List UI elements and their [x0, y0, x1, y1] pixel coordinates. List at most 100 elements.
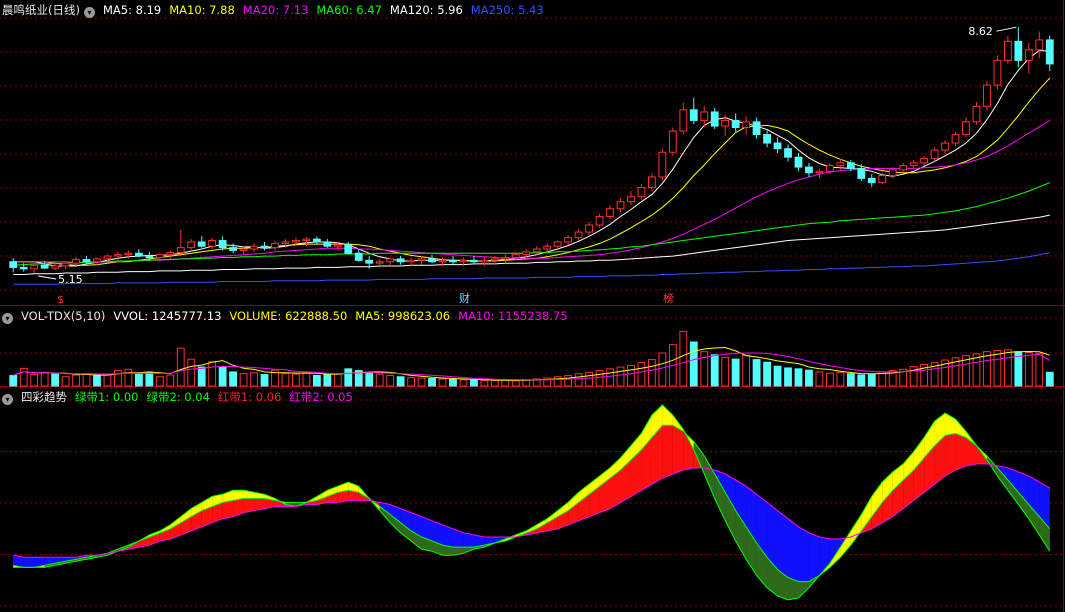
volume-bar	[752, 359, 761, 387]
candle	[396, 256, 405, 265]
volume-bar	[763, 361, 771, 387]
volume-bar	[627, 364, 635, 387]
trend-band-red-blue	[683, 429, 694, 470]
volume-bar	[396, 376, 405, 387]
volume-bar	[19, 367, 28, 387]
volume-bar	[40, 371, 49, 387]
dropdown-icon[interactable]: ▾	[2, 394, 13, 405]
dropdown-icon[interactable]: ▾	[83, 7, 95, 18]
volume-bar	[773, 365, 782, 387]
candle	[993, 55, 1002, 90]
volume-bar	[616, 366, 625, 387]
ma-legend: MA5: 8.19 MA10: 7.88 MA20: 7.13 MA60: 6.47 M…	[103, 3, 552, 17]
legend-trend_panel.labels-2: 红带1: 0.06	[217, 390, 282, 404]
candle	[773, 137, 782, 153]
volume-bar	[679, 330, 688, 387]
price-panel-header: 晨鸣纸业(日线) ▾ MA5: 8.19 MA10: 7.88 MA20: 7.13 MA…	[2, 2, 560, 18]
candle	[187, 239, 196, 252]
candle	[1024, 42, 1033, 74]
candle	[239, 246, 248, 255]
volume-bar	[438, 378, 447, 387]
legend-volume_panel.labels-3: MA10: 1155238.75	[458, 309, 568, 323]
volume-bar	[323, 374, 332, 387]
candle	[386, 257, 395, 266]
volume-bar	[166, 374, 175, 387]
volume-bar	[480, 380, 489, 387]
trend-indicator-title: 四彩趋势	[21, 390, 67, 404]
volume-bar	[72, 374, 80, 387]
candle	[40, 261, 49, 269]
legend-price_panel.ma_labels-5: MA250: 5.43	[470, 3, 544, 17]
candle	[9, 258, 18, 273]
candle	[61, 261, 70, 269]
event-marker-dollar[interactable]: $	[57, 294, 64, 306]
legend-price_panel.ma_labels-2: MA20: 7.13	[242, 3, 309, 17]
trend-band-yellow-green	[662, 405, 673, 426]
candle	[1035, 31, 1044, 59]
volume-bar	[637, 362, 646, 387]
volume-bar	[344, 368, 353, 387]
volume-bar	[815, 371, 824, 387]
candle	[731, 113, 740, 132]
candle	[679, 102, 688, 135]
candle	[51, 263, 60, 271]
low-price-label: 5.15	[58, 273, 83, 286]
volume-bar	[93, 375, 101, 387]
volume-bar	[134, 373, 143, 387]
candle	[250, 243, 258, 252]
volume-panel-header: ▾ VOL-TDX(5,10) VVOL: 1245777.13 VOLUME: 62…	[2, 308, 584, 324]
volume-bar	[281, 373, 290, 387]
candle	[407, 257, 415, 266]
candle	[574, 229, 583, 241]
volume-bar	[805, 369, 813, 387]
candle	[501, 254, 510, 264]
volume-bar	[710, 354, 719, 387]
volume-bar	[784, 367, 792, 387]
candle	[689, 97, 698, 124]
volume-bar	[365, 372, 374, 387]
candle	[962, 117, 970, 138]
volume-bar	[522, 379, 531, 387]
volume-bar	[260, 374, 269, 387]
candle	[354, 249, 363, 262]
candle	[627, 191, 635, 206]
volume-bar	[1024, 352, 1033, 387]
volume-bar	[721, 356, 730, 387]
volume-bar	[417, 377, 426, 387]
volume-bar	[51, 373, 60, 387]
volume-bar	[239, 373, 248, 387]
stock-chart-canvas: 8.62 5.15	[0, 0, 1065, 612]
candle	[899, 162, 908, 174]
trend-band-yellow-green	[850, 514, 862, 546]
low-pointer	[38, 275, 57, 280]
trend-legend: 绿带1: 0.00 绿带2: 0.04 红带1: 0.06 红带2: 0.05	[75, 390, 361, 404]
legend-price_panel.ma_labels-3: MA60: 6.47	[316, 3, 382, 17]
candle	[763, 130, 771, 148]
volume-bar	[459, 379, 468, 387]
event-marker-ranking[interactable]: 榜	[663, 293, 674, 305]
candle	[941, 140, 949, 153]
volume-bar	[836, 371, 845, 387]
volume-legend: VVOL: 1245777.13 VOLUME: 622888.50 MA5: 99…	[113, 309, 575, 323]
candle	[742, 116, 751, 135]
volume-bar	[574, 373, 583, 387]
volume-bar	[208, 361, 217, 387]
legend-price_panel.ma_labels-4: MA120: 5.96	[389, 3, 463, 17]
candle	[951, 131, 960, 146]
candle	[637, 184, 646, 200]
stock-title: 晨鸣纸业(日线)	[2, 3, 80, 17]
volume-bar	[103, 373, 112, 387]
candle	[271, 240, 279, 251]
candle	[920, 155, 929, 166]
volume-bar	[407, 377, 415, 387]
dropdown-icon[interactable]: ▾	[2, 313, 13, 324]
event-marker-finance[interactable]: 财	[459, 293, 470, 305]
volume-bar	[983, 351, 991, 387]
legend-trend_panel.labels-0: 绿带1: 0.00	[75, 390, 139, 404]
candle	[218, 236, 227, 251]
candle	[176, 229, 185, 255]
candle	[668, 127, 677, 156]
volume-bar	[386, 374, 395, 387]
volume-bar	[82, 373, 91, 387]
legend-volume_panel.labels-1: VOLUME: 622888.50	[229, 309, 348, 323]
